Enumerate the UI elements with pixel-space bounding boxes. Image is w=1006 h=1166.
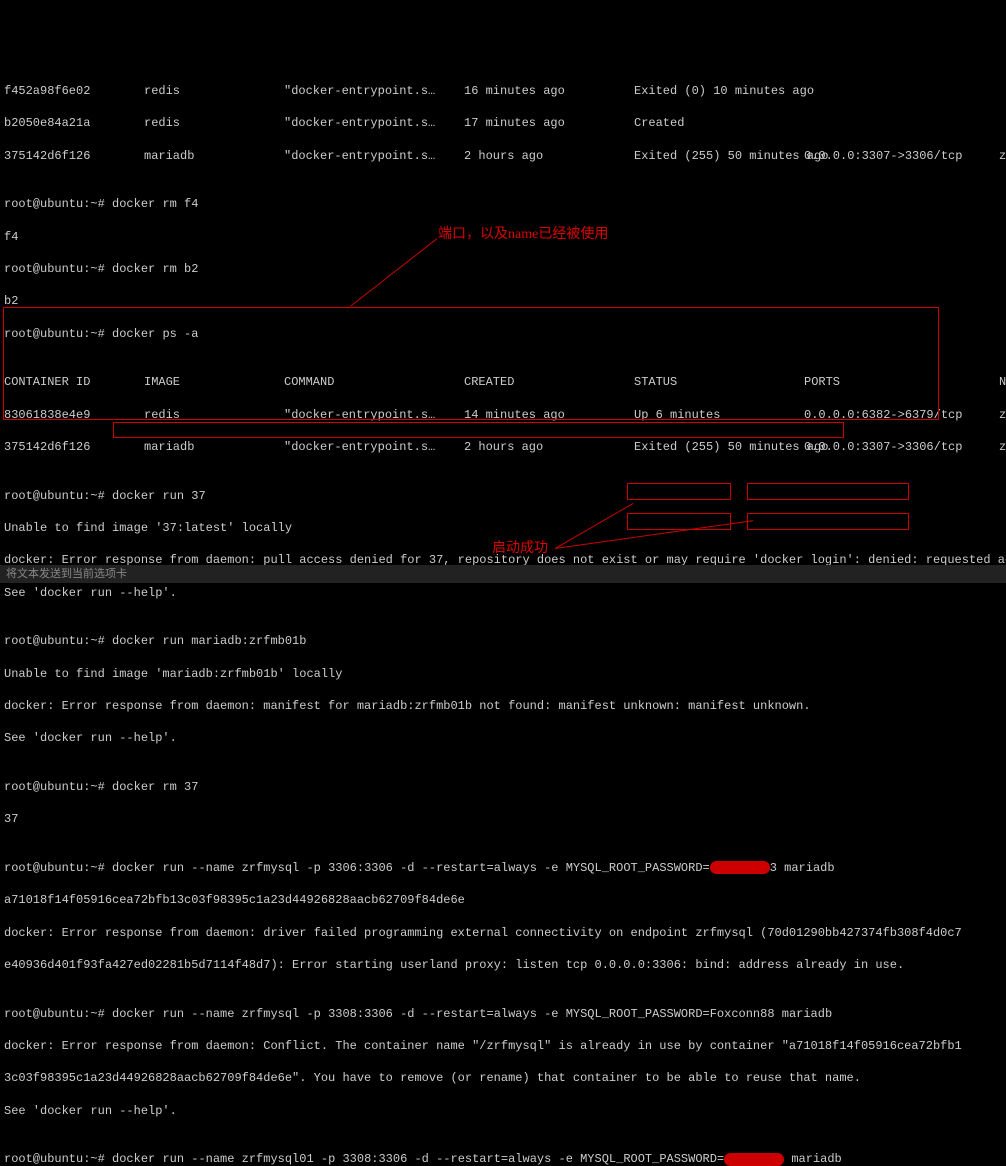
terminal-line[interactable]: root@ubuntu:~# docker run 37 [4,488,1006,504]
terminal-output: See 'docker run --help'. [4,730,1006,746]
terminal-line[interactable]: root@ubuntu:~# docker run --name zrfmysq… [4,1151,1006,1166]
annotation-text: 启动成功 [492,540,548,559]
terminal-line[interactable]: root@ubuntu:~# docker run --name zrfmysq… [4,1006,1006,1022]
terminal-line[interactable]: root@ubuntu:~# docker run --name zrfmysq… [4,860,1006,876]
redacted-password-icon [724,1153,784,1166]
container-row: 375142d6f126mariadb"docker-entrypoint.s…… [4,148,1006,164]
container-row: 375142d6f126mariadb"docker-entrypoint.s…… [4,439,1006,455]
annotation-box [3,307,939,420]
terminal-line[interactable]: root@ubuntu:~# docker run mariadb:zrfmb0… [4,633,1006,649]
terminal-output: Unable to find image '37:latest' locally [4,520,1006,536]
terminal-output: 3c03f98395c1a23d44926828aacb62709f84de6e… [4,1070,1006,1086]
container-row: f452a98f6e02redis"docker-entrypoint.s…16… [4,83,1006,99]
terminal-output: b2 [4,293,1006,309]
terminal-line[interactable]: root@ubuntu:~# docker ps -a [4,326,1006,342]
terminal-line[interactable]: root@ubuntu:~# docker rm b2 [4,261,1006,277]
terminal-output: docker: Error response from daemon: mani… [4,698,1006,714]
terminal-output: docker: Error response from daemon: Conf… [4,1038,1006,1054]
terminal-line[interactable]: root@ubuntu:~# docker rm f4 [4,196,1006,212]
annotation-box [113,422,844,438]
annotation-text: 端口，以及name已经被使用 [438,226,608,245]
terminal-output: docker: Error response from daemon: driv… [4,925,1006,941]
container-row: b2050e84a21aredis"docker-entrypoint.s…17… [4,115,1006,131]
terminal-output: See 'docker run --help'. [4,585,1006,601]
terminal-output: e40936d401f93fa427ed02281b5d7114f48d7): … [4,957,1006,973]
terminal-output: a71018f14f05916cea72bfb13c03f98395c1a23d… [4,892,1006,908]
table-header: CONTAINER IDIMAGECOMMANDCREATEDSTATUSPOR… [4,374,1006,390]
redacted-password-icon [710,861,770,874]
terminal-output: See 'docker run --help'. [4,1103,1006,1119]
status-bar: 将文本发送到当前选项卡 [0,565,1006,583]
terminal-line[interactable]: root@ubuntu:~# docker rm 37 [4,779,1006,795]
terminal-output: 37 [4,811,1006,827]
terminal-output: Unable to find image 'mariadb:zrfmb01b' … [4,666,1006,682]
container-row: 83061838e4e9redis"docker-entrypoint.s…14… [4,407,1006,423]
